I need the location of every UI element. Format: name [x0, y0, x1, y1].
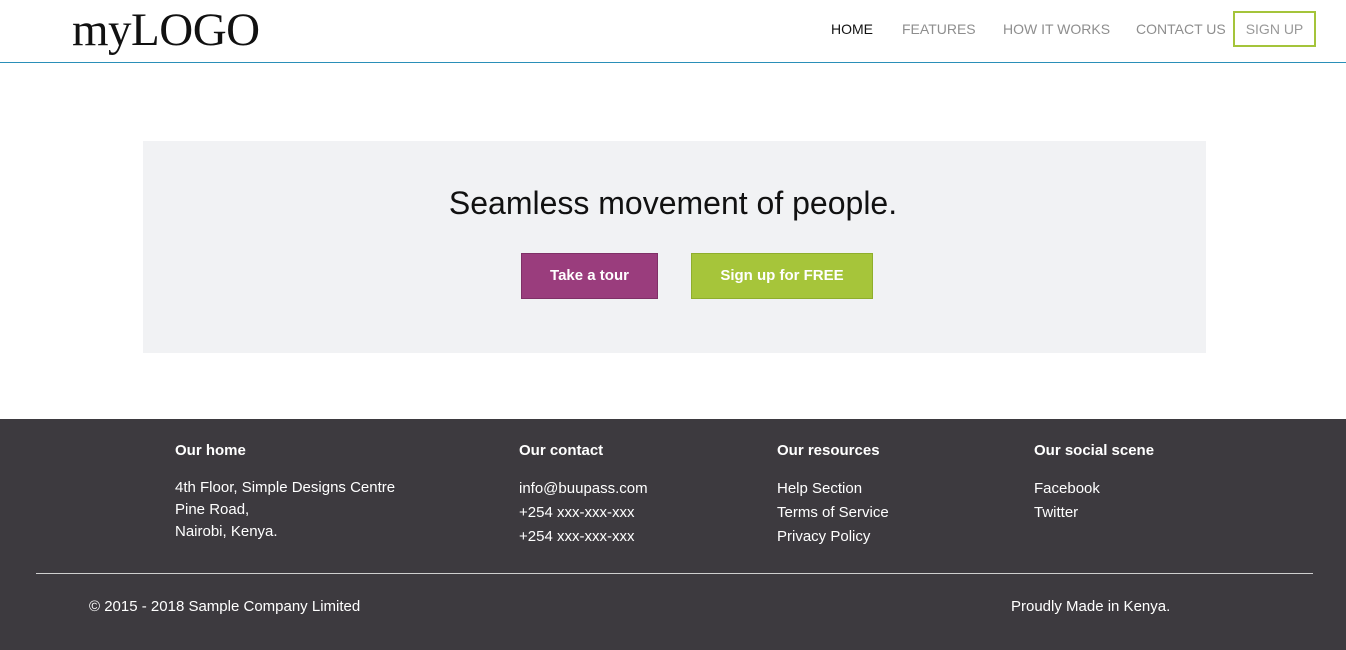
- address-line: Nairobi, Kenya.: [175, 523, 278, 540]
- address-line: Pine Road,: [175, 501, 250, 518]
- footer-resources-heading: Our resources: [777, 442, 880, 459]
- hero-title: Seamless movement of people.: [448, 185, 898, 221]
- site-footer: Our home 4th Floor, Simple Designs Centr…: [0, 419, 1346, 650]
- take-tour-button[interactable]: Take a tour: [521, 253, 658, 299]
- signup-free-button[interactable]: Sign up for FREE: [691, 253, 873, 299]
- hero-section: [143, 141, 1206, 353]
- footer-social-heading: Our social scene: [1034, 442, 1155, 459]
- footer-contact-heading: Our contact: [519, 442, 604, 459]
- copyright-text: © 2015 - 2018 Sample Company Limited: [89, 598, 361, 615]
- twitter-link[interactable]: Twitter: [1034, 501, 1154, 525]
- site-logo[interactable]: myLOGO: [72, 2, 260, 58]
- footer-home-column: Our home 4th Floor, Simple Designs Centr…: [175, 442, 395, 543]
- made-in-text: Proudly Made in Kenya.: [1011, 598, 1171, 615]
- address-line: 4th Floor, Simple Designs Centre: [175, 479, 396, 496]
- nav-home-link[interactable]: HOME: [831, 21, 873, 37]
- phone-number: +254 xxx-xxx-xxx: [519, 504, 635, 521]
- terms-of-service-link[interactable]: Terms of Service: [777, 501, 889, 525]
- footer-contact-column: Our contact info@buupass.com +254 xxx-xx…: [519, 442, 648, 549]
- footer-resources-column: Our resources Help Section Terms of Serv…: [777, 442, 889, 549]
- email-link[interactable]: info@buupass.com: [519, 477, 648, 501]
- privacy-policy-link[interactable]: Privacy Policy: [777, 525, 889, 549]
- facebook-link[interactable]: Facebook: [1034, 477, 1154, 501]
- nav-signup-button[interactable]: SIGN UP: [1233, 11, 1316, 47]
- footer-social-column: Our social scene Facebook Twitter: [1034, 442, 1154, 525]
- nav-contact-link[interactable]: CONTACT US: [1136, 21, 1226, 37]
- nav-features-link[interactable]: FEATURES: [902, 21, 976, 37]
- help-section-link[interactable]: Help Section: [777, 477, 889, 501]
- nav-how-it-works-link[interactable]: HOW IT WORKS: [1003, 21, 1110, 37]
- site-header: myLOGO HOME FEATURES HOW IT WORKS CONTAC…: [0, 0, 1346, 63]
- footer-divider: [36, 573, 1313, 574]
- footer-home-heading: Our home: [175, 442, 246, 459]
- phone-number: +254 xxx-xxx-xxx: [519, 528, 635, 545]
